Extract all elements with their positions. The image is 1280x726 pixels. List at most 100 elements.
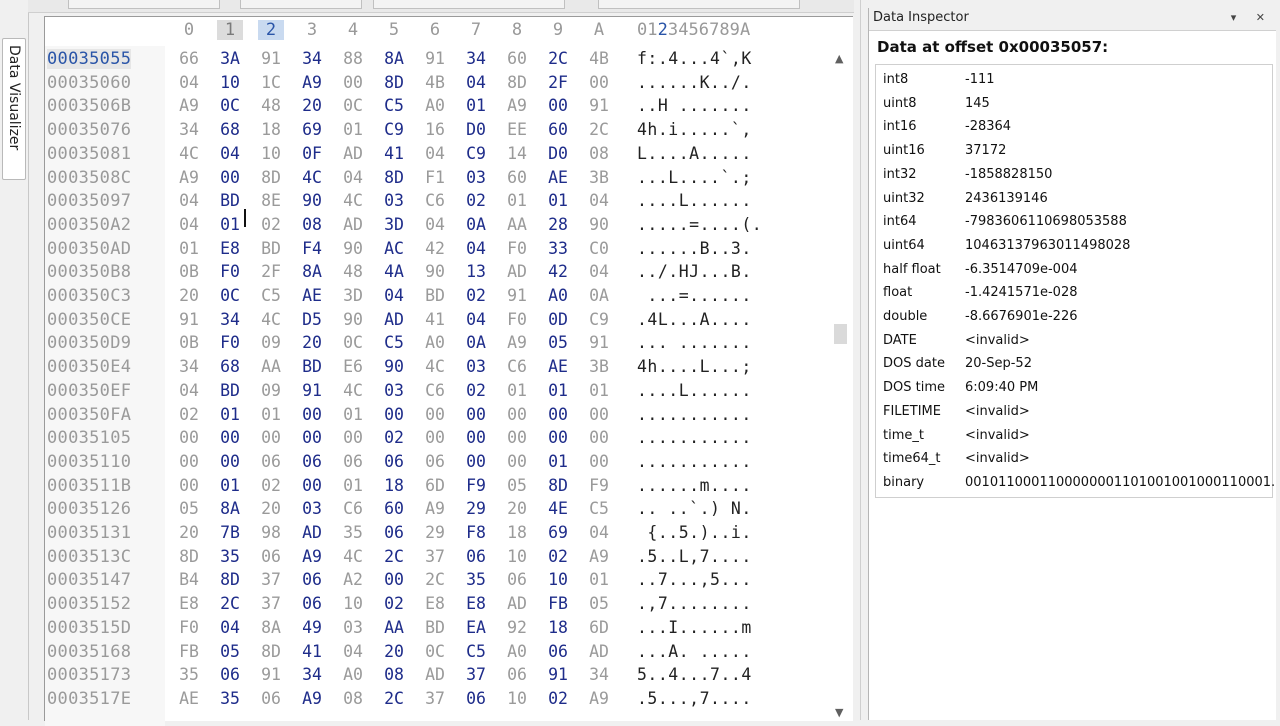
hex-byte[interactable]: 4C bbox=[258, 310, 284, 329]
hex-byte[interactable]: 03 bbox=[340, 618, 366, 637]
hex-byte[interactable]: 05 bbox=[504, 476, 530, 495]
hex-byte[interactable]: F0 bbox=[217, 262, 243, 281]
hex-byte[interactable]: A0 bbox=[545, 286, 571, 305]
hex-byte[interactable]: 8D bbox=[258, 642, 284, 661]
ascii-text[interactable]: 4h....L...; bbox=[637, 357, 752, 376]
hex-byte[interactable]: 08 bbox=[340, 689, 366, 708]
ascii-text[interactable]: .4L...A.... bbox=[637, 310, 752, 329]
hex-byte[interactable]: 90 bbox=[340, 310, 366, 329]
hex-byte[interactable]: 41 bbox=[422, 310, 448, 329]
hex-byte[interactable]: C5 bbox=[258, 286, 284, 305]
hex-byte[interactable]: BD bbox=[217, 381, 243, 400]
hex-byte[interactable]: 20 bbox=[258, 499, 284, 518]
hex-byte[interactable]: F0 bbox=[504, 310, 530, 329]
hex-byte[interactable]: 02 bbox=[463, 191, 489, 210]
hex-byte[interactable]: 0B bbox=[176, 333, 202, 352]
hex-byte[interactable]: 06 bbox=[504, 665, 530, 684]
hex-byte[interactable]: 8A bbox=[258, 618, 284, 637]
hex-byte[interactable]: 00 bbox=[340, 73, 366, 92]
hex-byte[interactable]: 06 bbox=[504, 570, 530, 589]
inspector-value[interactable]: -1858828150 bbox=[965, 167, 1052, 182]
hex-byte[interactable]: 4C bbox=[340, 191, 366, 210]
ascii-text[interactable]: .5...,7.... bbox=[637, 689, 752, 708]
inspector-row-int32[interactable]: int32 -1858828150 bbox=[876, 164, 1272, 188]
hex-byte[interactable]: 34 bbox=[176, 357, 202, 376]
hex-byte[interactable]: 06 bbox=[381, 523, 407, 542]
hex-byte[interactable]: 01 bbox=[504, 381, 530, 400]
inspector-row-dos-time[interactable]: DOS time 6:09:40 PM bbox=[876, 377, 1272, 401]
hex-byte[interactable]: 01 bbox=[340, 476, 366, 495]
hex-byte[interactable]: 41 bbox=[381, 144, 407, 163]
hex-byte[interactable]: 0C bbox=[422, 642, 448, 661]
hex-byte[interactable]: 8D bbox=[258, 168, 284, 187]
inspector-row-int8[interactable]: int8 -111 bbox=[876, 69, 1272, 93]
hex-byte[interactable]: 4A bbox=[381, 262, 407, 281]
hex-byte[interactable]: 02 bbox=[463, 381, 489, 400]
hex-byte[interactable]: 00 bbox=[176, 428, 202, 447]
hex-byte[interactable]: 00 bbox=[258, 428, 284, 447]
ascii-text[interactable]: ......m.... bbox=[637, 476, 752, 495]
hex-byte[interactable]: 06 bbox=[217, 665, 243, 684]
hex-byte[interactable]: 0C bbox=[217, 96, 243, 115]
hex-byte[interactable]: 03 bbox=[381, 381, 407, 400]
hex-byte[interactable]: 7B bbox=[217, 523, 243, 542]
hex-byte[interactable]: 18 bbox=[504, 523, 530, 542]
hex-byte[interactable]: C0 bbox=[586, 239, 612, 258]
hex-byte[interactable]: AD bbox=[422, 665, 448, 684]
hex-byte[interactable]: AE bbox=[545, 357, 571, 376]
hex-byte[interactable]: 00 bbox=[299, 476, 325, 495]
hex-byte[interactable]: 34 bbox=[586, 665, 612, 684]
hex-byte[interactable]: A9 bbox=[586, 547, 612, 566]
scroll-down-icon[interactable]: ▼ bbox=[835, 706, 843, 719]
hex-byte[interactable]: 00 bbox=[422, 405, 448, 424]
inspector-value[interactable]: 145 bbox=[965, 96, 990, 111]
hex-byte[interactable]: 90 bbox=[422, 262, 448, 281]
ascii-text[interactable]: L....A..... bbox=[637, 144, 752, 163]
ascii-text[interactable]: .. ..`.) N. bbox=[637, 499, 752, 518]
hex-byte[interactable]: 01 bbox=[340, 405, 366, 424]
hex-byte[interactable]: AA bbox=[504, 215, 530, 234]
hex-byte[interactable]: 42 bbox=[422, 239, 448, 258]
hex-byte[interactable]: E8 bbox=[176, 594, 202, 613]
ascii-text[interactable]: ../.HJ...B. bbox=[637, 262, 752, 281]
hex-byte[interactable]: 0C bbox=[217, 286, 243, 305]
hex-byte[interactable]: 8D bbox=[504, 73, 530, 92]
hex-byte[interactable]: 05 bbox=[176, 499, 202, 518]
hex-byte[interactable]: 20 bbox=[381, 642, 407, 661]
hex-byte[interactable]: 04 bbox=[217, 144, 243, 163]
hex-byte[interactable]: A9 bbox=[176, 168, 202, 187]
hex-byte[interactable]: A9 bbox=[504, 96, 530, 115]
ascii-text[interactable]: .,7........ bbox=[637, 594, 752, 613]
hex-byte[interactable]: F9 bbox=[463, 476, 489, 495]
hex-byte[interactable]: 00 bbox=[176, 476, 202, 495]
hex-byte[interactable]: 8E bbox=[258, 191, 284, 210]
hex-byte[interactable]: 03 bbox=[299, 499, 325, 518]
hex-byte[interactable]: 08 bbox=[586, 144, 612, 163]
inspector-value[interactable]: 6:09:40 PM bbox=[965, 380, 1038, 395]
ascii-text[interactable]: ... ....... bbox=[637, 333, 752, 352]
hex-byte[interactable]: 91 bbox=[258, 665, 284, 684]
ascii-text[interactable]: .5..L,7.... bbox=[637, 547, 752, 566]
hex-byte[interactable]: C9 bbox=[381, 120, 407, 139]
hex-byte[interactable]: 3D bbox=[381, 215, 407, 234]
hex-byte[interactable]: 37 bbox=[422, 547, 448, 566]
inspector-row-float[interactable]: float -1.4241571e-028 bbox=[876, 282, 1272, 306]
hex-byte[interactable]: 1C bbox=[258, 73, 284, 92]
hex-byte[interactable]: F8 bbox=[463, 523, 489, 542]
hex-byte[interactable]: 06 bbox=[463, 689, 489, 708]
hex-byte[interactable]: 10 bbox=[258, 144, 284, 163]
hex-byte[interactable]: 8A bbox=[381, 49, 407, 68]
hex-byte[interactable]: 03 bbox=[463, 357, 489, 376]
hex-byte[interactable]: 34 bbox=[299, 49, 325, 68]
hex-byte[interactable]: 20 bbox=[176, 286, 202, 305]
ascii-text[interactable]: ...L....`.; bbox=[637, 168, 752, 187]
hex-byte[interactable]: 91 bbox=[504, 286, 530, 305]
hex-byte[interactable]: AD bbox=[586, 642, 612, 661]
hex-byte[interactable]: 68 bbox=[217, 357, 243, 376]
inspector-value[interactable]: -8.6676901e-226 bbox=[965, 309, 1078, 324]
hex-byte[interactable]: 2F bbox=[258, 262, 284, 281]
hex-byte[interactable]: 6D bbox=[586, 618, 612, 637]
ascii-text[interactable]: ...=...... bbox=[637, 286, 752, 305]
hex-byte[interactable]: 29 bbox=[463, 499, 489, 518]
hex-byte[interactable]: 3A bbox=[217, 49, 243, 68]
